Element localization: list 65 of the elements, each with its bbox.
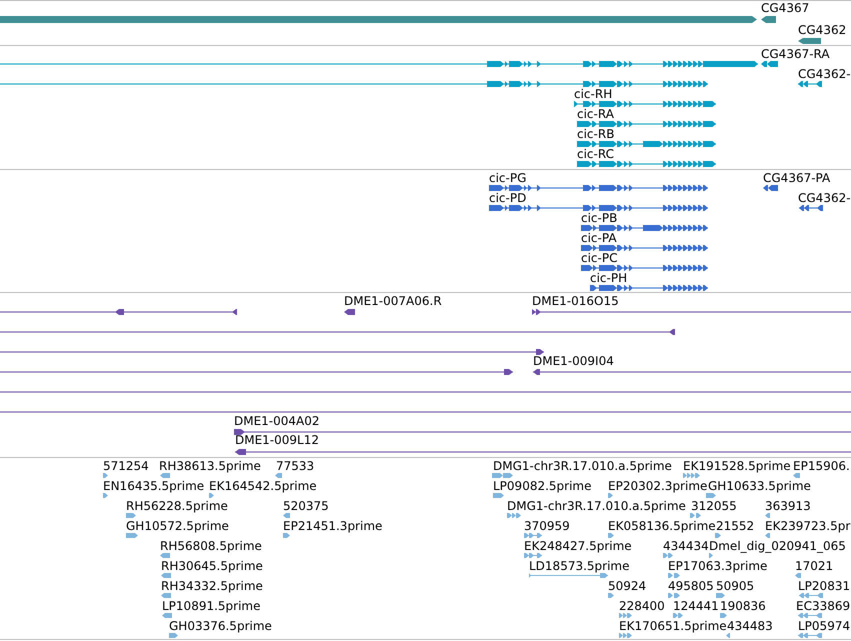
feature-label: GH03376.5prime: [169, 620, 272, 633]
feature-label: 50924: [608, 580, 646, 593]
feature-label: RH38613.5prime: [159, 460, 261, 473]
feature-label: RH56228.5prime: [126, 500, 228, 513]
feature-label: 124441: [673, 600, 719, 613]
feature-label: 17021: [795, 560, 834, 573]
feature-label: cic-RH: [574, 88, 612, 101]
feature-label: EN16435.5prime: [103, 480, 204, 493]
feature-label: cic-PG: [489, 172, 526, 185]
feature-label: cic-RA: [577, 108, 614, 121]
feature-label: 434434: [663, 540, 709, 553]
feature-label: EK058136.5prime: [608, 520, 716, 533]
feature-label: DMG1-chr3R.17.010.a.5prime: [493, 460, 672, 473]
feature-label: cic-PB: [581, 212, 618, 225]
feature-label: EC33869: [796, 600, 850, 613]
feature-label: GH10572.5prime: [126, 520, 229, 533]
feature-label: EP15906.: [793, 460, 850, 473]
feature-label: 495805: [668, 580, 714, 593]
feature-label: 363913: [765, 500, 811, 513]
feature-label: 21552: [716, 520, 754, 533]
feature-label: CG4362: [798, 24, 846, 37]
feature-label: EK239723.5pr: [765, 520, 850, 533]
feature-label: CG4367: [761, 2, 810, 15]
feature-label: EK170651.5prime: [619, 620, 727, 633]
feature-label: DME1-007A06.R: [344, 295, 442, 308]
feature-label: EP17063.3prime: [668, 560, 768, 573]
feature-label: cic-PA: [581, 232, 617, 245]
feature-label: DME1-004A02: [234, 415, 320, 428]
feature-label: 571254: [103, 460, 149, 473]
feature-label: 190836: [720, 600, 766, 613]
feature-label: cic-PD: [489, 192, 526, 205]
feature-label: EK164542.5prime: [209, 480, 317, 493]
feature-label: cic-RC: [577, 148, 614, 161]
feature-label: Dmel_dig_020941_065: [709, 540, 846, 553]
feature-label: CG4362-: [798, 192, 851, 205]
feature-label: DME1-009I04: [533, 355, 614, 368]
feature-label: 228400: [619, 600, 665, 613]
feature-label: GH10633.5prime: [708, 480, 811, 493]
feature-label: DMG1-chr3R.17.010.a.5prime: [507, 500, 686, 513]
feature-label: LP05974: [798, 620, 850, 633]
feature-label: 370959: [524, 520, 570, 533]
feature-label: cic-PH: [590, 272, 628, 285]
feature-label: LP10891.5prime: [162, 600, 261, 613]
feature-label: cic-RB: [577, 128, 614, 141]
feature-label: 520375: [283, 500, 329, 513]
feature-label: CG4367-RA: [761, 48, 830, 61]
feature-label: 50905: [716, 580, 754, 593]
feature-label: EK248427.5prime: [524, 540, 632, 553]
feature-label: LP20831: [798, 580, 850, 593]
feature-label: EP20302.3prime: [608, 480, 708, 493]
feature-label: EP21451.3prime: [283, 520, 382, 533]
feature-label: DME1-009L12: [235, 434, 319, 447]
feature-label: cic-PC: [581, 252, 618, 265]
feature-label: EK191528.5prime: [683, 460, 791, 473]
feature-label: DME1-016O15: [532, 295, 619, 308]
feature-label: 312055: [691, 500, 737, 513]
feature-label: RH34332.5prime: [161, 580, 263, 593]
feature-label: RH56808.5prime: [160, 540, 262, 553]
feature-label: 434483: [727, 620, 773, 633]
feature-label: LP09082.5prime: [493, 480, 592, 493]
feature-label: RH30645.5prime: [161, 560, 263, 573]
feature-label: CG4367-PA: [763, 172, 830, 185]
feature-label: 77533: [276, 460, 314, 473]
feature-label: CG4362-: [798, 68, 851, 81]
feature-label: LD18573.5prime: [529, 560, 630, 573]
